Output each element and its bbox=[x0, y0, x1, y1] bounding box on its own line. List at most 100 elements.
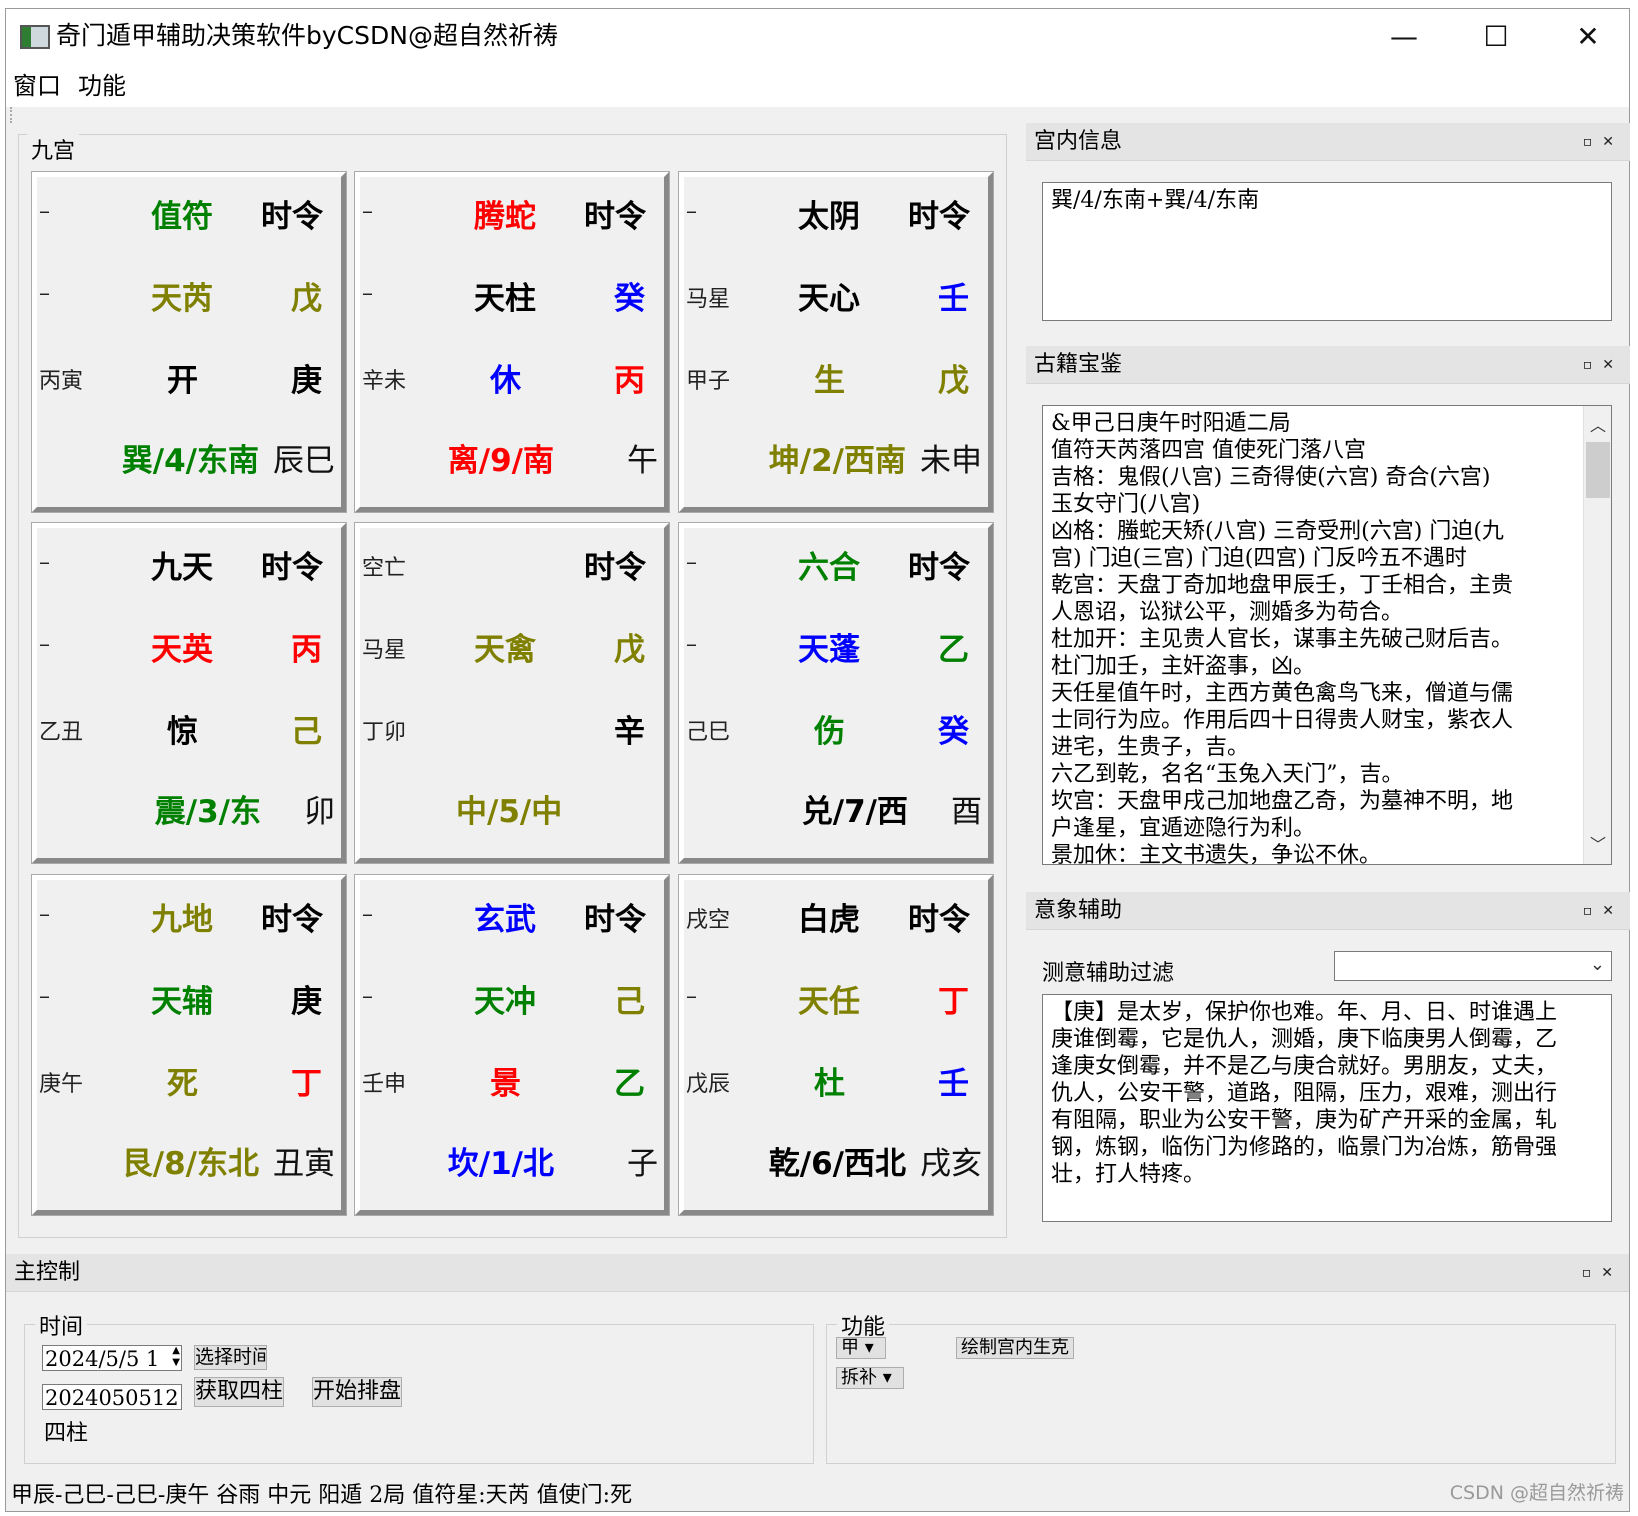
palace-branch: 辰巳 bbox=[273, 443, 335, 479]
palace-hidden-stem: 戊辰 bbox=[686, 1072, 731, 1097]
palace-info-textbox[interactable]: 巽/4/东南+巽/4/东南 bbox=[1042, 182, 1612, 321]
imagery-textbox[interactable]: 【庚】是太岁，保护你也难。年、月、日、时谁遇上 庚谁倒霉，它是仇人，测婚，庚下临庚… bbox=[1042, 994, 1612, 1222]
scroll-thumb[interactable] bbox=[1586, 442, 1610, 498]
app-window: 奇门遁甲辅助决策软件byCSDN@超自然祈祷 — ☐ ✕ 窗口 功能 九宫 – 值… bbox=[5, 8, 1630, 1512]
palace-cell[interactable]: – 九天 时令 – 天英 丙乙丑 惊 己震/3/东 卯 bbox=[31, 522, 347, 864]
classics-line: 乾宫：天盘丁奇加地盘甲辰壬，丁壬相合，主贵 bbox=[1051, 573, 1514, 598]
palace-cell[interactable]: – 腾蛇 时令 – 天柱 癸辛未 休 丙离/9/南 午 bbox=[354, 171, 670, 513]
palace-gong: 兑/7/西 bbox=[801, 794, 908, 830]
imagery-line: 【庚】是太岁，保护你也难。年、月、日、时谁遇上 bbox=[1051, 1000, 1558, 1025]
classics-scrollbar[interactable]: ︿ ﹀ bbox=[1583, 406, 1611, 864]
select-time-button[interactable]: 选择时间 bbox=[194, 1345, 267, 1370]
palace-info-panel-title: 宫内信息 ▫✕ bbox=[1026, 123, 1630, 161]
palace-earth-stem: 丙 bbox=[614, 363, 645, 399]
classics-line: 宫) 门迫(三宫) 门迫(四宫) 门反吟五不遇时 bbox=[1051, 546, 1467, 571]
palace-hidden-stem: 壬申 bbox=[362, 1072, 407, 1097]
palace-cell[interactable]: – 值符 时令 – 天芮 戊丙寅 开 庚巽/4/东南 辰巳 bbox=[31, 171, 347, 513]
classics-line: 坎宫：天盘甲戌己加地盘乙奇，为墓神不明，地 bbox=[1051, 789, 1514, 814]
palace-marker-2: 马星 bbox=[686, 287, 731, 312]
palace-earth-stem: 丁 bbox=[291, 1066, 322, 1102]
get-pillars-button[interactable]: 获取四柱 bbox=[194, 1377, 284, 1407]
palace-earth-stem: 乙 bbox=[614, 1066, 645, 1102]
palace-bottom-line: 离/9/南 午 bbox=[448, 435, 658, 480]
palace-gong: 艮/8/东北 bbox=[121, 1146, 259, 1182]
datetime-value: 2024/5/5 1 bbox=[45, 1347, 160, 1371]
palace-sky-stem: 丙 bbox=[291, 632, 322, 668]
time-group-title: 时间 bbox=[35, 1309, 88, 1341]
palace-marker-1: – bbox=[39, 902, 50, 927]
palace-season: 时令 bbox=[584, 199, 646, 235]
palace-marker-1: – bbox=[39, 199, 50, 224]
palace-gong: 坎/1/北 bbox=[447, 1146, 554, 1182]
palace-hidden-stem: 乙丑 bbox=[39, 720, 84, 745]
imagery-line: 有阻隔，职业为公安干警，庚为矿产开采的金属，轧 bbox=[1051, 1108, 1558, 1133]
chevron-down-icon: ⌄ bbox=[1589, 954, 1605, 975]
minimize-button[interactable]: — bbox=[1358, 9, 1450, 63]
palace-cell[interactable]: – 九地 时令 – 天辅 庚庚午 死 丁艮/8/东北 丑寅 bbox=[31, 874, 347, 1216]
palace-hidden-stem: 丙寅 bbox=[39, 369, 84, 394]
draw-palace-button[interactable]: 绘制宫内生克 bbox=[956, 1337, 1074, 1359]
function-select-1[interactable]: 甲 ▾ bbox=[836, 1337, 886, 1359]
classics-line: 杜门加壬，主奸盗事，凶。 bbox=[1051, 654, 1316, 679]
pillars-label: 四柱 bbox=[44, 1421, 89, 1446]
scroll-down-icon[interactable]: ﹀ bbox=[1584, 831, 1611, 858]
menu-window[interactable]: 窗口 bbox=[13, 71, 61, 101]
palace-marker-2: – bbox=[39, 632, 50, 657]
palace-door: 惊 bbox=[167, 714, 198, 750]
watermark: CSDN @超自然祈祷 bbox=[1449, 1482, 1624, 1504]
dropdown-arrow-icon: ▾ bbox=[877, 1367, 892, 1388]
palace-sky-stem: 戊 bbox=[614, 632, 645, 668]
palace-star: 天芮 bbox=[151, 281, 213, 317]
palace-cell[interactable]: – 六合 时令 – 天蓬 乙己巳 伤 癸兑/7/西 酉 bbox=[678, 522, 994, 864]
imagery-line: 钢，炼钢，临伤门为修路的，临景门为冶炼，筋骨强 bbox=[1051, 1135, 1558, 1160]
imagery-line: 庚谁倒霉，它是仇人，测婚，庚下临庚男人倒霉，乙 bbox=[1051, 1027, 1558, 1052]
palace-hidden-stem: 甲子 bbox=[686, 369, 731, 394]
scroll-up-icon[interactable]: ︿ bbox=[1584, 412, 1611, 439]
classics-title: 古籍宝鉴 bbox=[1034, 352, 1123, 377]
palace-gong: 乾/6/西北 bbox=[768, 1146, 906, 1182]
palace-cell[interactable]: – 玄武 时令 – 天冲 己壬申 景 乙坎/1/北 子 bbox=[354, 874, 670, 1216]
imagery-title: 意象辅助 bbox=[1034, 898, 1123, 923]
palace-gong: 中/5/中 bbox=[456, 794, 563, 830]
palace-season: 时令 bbox=[584, 550, 646, 586]
start-chart-button[interactable]: 开始排盘 bbox=[312, 1377, 402, 1407]
palace-marker-1: – bbox=[39, 550, 50, 575]
palace-marker-2: – bbox=[686, 984, 697, 1009]
palace-earth-stem: 戊 bbox=[938, 363, 969, 399]
palace-god: 太阴 bbox=[798, 199, 860, 235]
palace-god: 六合 bbox=[798, 550, 860, 586]
dock-float-close-icon[interactable]: ▫✕ bbox=[1583, 346, 1624, 384]
palace-cell[interactable]: 戌空 白虎 时令 – 天任 丁戊辰 杜 壬乾/6/西北 戌亥 bbox=[678, 874, 994, 1216]
palace-marker-2: – bbox=[686, 632, 697, 657]
palace-earth-stem: 己 bbox=[291, 714, 322, 750]
palace-marker-2: – bbox=[362, 984, 373, 1009]
palace-door: 死 bbox=[167, 1066, 198, 1102]
palace-marker-2: – bbox=[39, 984, 50, 1009]
palace-god: 值符 bbox=[151, 199, 213, 235]
main-control-panel-title: 主控制 ▫✕ bbox=[6, 1254, 1629, 1292]
dock-float-close-icon[interactable]: ▫✕ bbox=[1582, 1254, 1623, 1292]
palace-star: 天柱 bbox=[474, 281, 536, 317]
palace-cell[interactable]: – 太阴 时令 马星 天心 壬甲子 生 戊坤/2/西南 未申 bbox=[678, 171, 994, 513]
imagery-filter-select[interactable]: ⌄ bbox=[1334, 951, 1612, 981]
palace-god: 白虎 bbox=[798, 902, 860, 938]
palace-cell[interactable]: 空亡 时令 马星 天禽 戊丁卯 辛中/5/中 bbox=[354, 522, 670, 864]
function-select-2[interactable]: 拆补 ▾ bbox=[836, 1367, 904, 1389]
palace-marker-1: – bbox=[686, 199, 697, 224]
palace-earth-stem: 辛 bbox=[614, 714, 645, 750]
dock-float-close-icon[interactable]: ▫✕ bbox=[1583, 892, 1624, 930]
datetime-picker[interactable]: 2024/5/5 1 ▲ ▼ bbox=[42, 1345, 182, 1371]
nine-palaces-title: 九宫 bbox=[27, 133, 80, 165]
classics-line: 吉格：鬼假(八宫) 三奇得使(六宫) 奇合(六宫) bbox=[1051, 465, 1491, 490]
palace-star: 天心 bbox=[798, 281, 860, 317]
spin-arrows-icon[interactable]: ▲ ▼ bbox=[172, 1346, 180, 1369]
menu-function[interactable]: 功能 bbox=[78, 71, 126, 101]
palace-marker-2: – bbox=[362, 281, 373, 306]
dock-float-close-icon[interactable]: ▫✕ bbox=[1583, 123, 1624, 161]
classics-text: &甲己日庚午时阳遁二局 值符天芮落四宫 值使死门落八宫 吉格：鬼假(八宫) 三奇得使… bbox=[1051, 410, 1577, 864]
maximize-button[interactable]: ☐ bbox=[1450, 9, 1542, 63]
classics-line: 六乙到乾，名名“玉兔入天门”，吉。 bbox=[1051, 762, 1404, 787]
classics-textbox[interactable]: &甲己日庚午时阳遁二局 值符天芮落四宫 值使死门落八宫 吉格：鬼假(八宫) 三奇得使… bbox=[1042, 405, 1612, 865]
close-button[interactable]: ✕ bbox=[1542, 9, 1634, 63]
ganzhi-input[interactable]: 202405051212 bbox=[42, 1384, 182, 1410]
